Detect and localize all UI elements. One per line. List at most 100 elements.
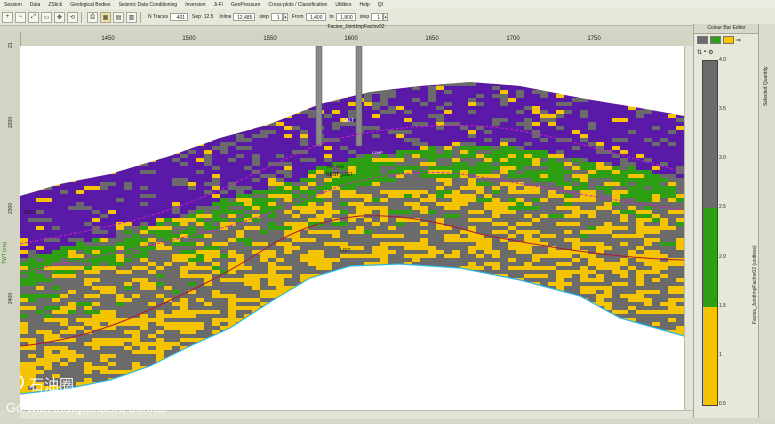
inline-step-input[interactable]: 1	[270, 13, 283, 21]
colour-bar	[702, 60, 718, 406]
facies-cell	[52, 286, 60, 290]
facies-cell	[396, 390, 404, 394]
facies-cell	[628, 282, 636, 286]
facies-cell	[180, 354, 188, 358]
menu-item-inversion[interactable]: Inversion	[181, 2, 209, 8]
facies-cell	[276, 298, 292, 302]
arrow-right-icon[interactable]: ⇒	[736, 37, 741, 44]
flip-icon[interactable]: ⇅	[697, 49, 702, 56]
menu-item-help[interactable]: Help	[355, 2, 373, 8]
facies-cell	[604, 318, 620, 322]
facies-cell	[548, 370, 556, 374]
facies-cell	[436, 382, 444, 386]
facies-cell	[644, 402, 652, 406]
facies-cell	[620, 246, 636, 250]
facies-cell	[124, 206, 132, 210]
inline-input[interactable]: 12,485	[233, 13, 256, 21]
facies-cell	[444, 198, 452, 202]
facies-cell	[284, 146, 292, 150]
facies-cell	[524, 322, 540, 326]
facies-cell	[236, 314, 244, 318]
palette-swatch-icon[interactable]	[697, 36, 708, 44]
facies-cell	[452, 82, 468, 86]
facies-cell	[212, 258, 220, 262]
grid-icon[interactable]: ▥	[126, 11, 137, 23]
facies-cell	[180, 366, 188, 370]
menu-item-cross-plots-classification[interactable]: Cross-plots / Classification	[264, 2, 331, 8]
facies-cell	[380, 238, 388, 242]
menu-item-geological-bodies[interactable]: Geological Bodies	[66, 2, 114, 8]
facies-cell	[44, 326, 52, 330]
inline-step-spinner-icon[interactable]: ▴	[282, 13, 288, 21]
facies-cell	[340, 354, 356, 358]
facies-cell	[500, 330, 508, 334]
zoom-box-icon[interactable]: ▭	[41, 11, 52, 23]
facies-cell	[452, 150, 460, 154]
trace-step-input[interactable]: 1	[371, 13, 384, 21]
traces-input[interactable]: 401	[170, 13, 189, 21]
menu-item-ji-fi[interactable]: Ji-Fi	[210, 2, 227, 8]
facies-cell	[364, 150, 372, 154]
facies-cell	[220, 322, 228, 326]
menu-item-qi[interactable]: QI	[374, 2, 387, 8]
facies-cell	[164, 178, 172, 182]
facies-cell	[420, 322, 436, 326]
to-input[interactable]: 1,800	[335, 13, 356, 21]
facies-cell	[556, 298, 564, 302]
facies-cell	[412, 90, 420, 94]
facies-cell	[644, 154, 652, 158]
facies-cell	[252, 142, 260, 146]
colour-bar-tick-label: 0.5	[719, 401, 726, 407]
menu-item-geopressure[interactable]: GeoPressure	[227, 2, 264, 8]
facies-cell	[348, 162, 356, 166]
settings-icon[interactable]: ⚙	[708, 49, 713, 56]
facies-cell	[628, 194, 636, 198]
facies-cell	[404, 238, 412, 242]
display-settings-icon[interactable]: ▦	[100, 11, 111, 23]
facies-cell	[596, 182, 604, 186]
facies-cell	[636, 286, 644, 290]
facies-cell	[612, 346, 628, 350]
facies-cell	[572, 370, 588, 374]
facies-cell	[412, 362, 428, 366]
pan-icon[interactable]: ✥	[54, 11, 65, 23]
lock-icon[interactable]: ▪	[704, 49, 706, 55]
menu-item-data[interactable]: Data	[26, 2, 45, 8]
facies-cell	[452, 298, 468, 302]
facies-cell	[604, 338, 612, 342]
facies-cell	[36, 306, 44, 310]
facies-cell	[332, 402, 340, 406]
facies-cell	[636, 194, 652, 198]
menu-item-seismic-data-conditioning[interactable]: Seismic Data Conditioning	[115, 2, 182, 8]
facies-cell	[228, 258, 236, 262]
from-input[interactable]: 1,400	[305, 13, 326, 21]
zoom-fit-icon[interactable]: ⤢	[28, 11, 39, 23]
zoom-out-icon[interactable]: −	[15, 11, 26, 23]
trace-step-spinner-icon[interactable]: ▴	[383, 13, 389, 21]
vertical-scrollbar[interactable]	[684, 46, 693, 410]
facies-cell	[76, 246, 92, 250]
facies-cell	[132, 298, 148, 302]
facies-cell	[508, 170, 516, 174]
palette-swatch-icon[interactable]	[710, 36, 721, 44]
facies-cell	[340, 234, 356, 238]
menu-item-session[interactable]: Session	[0, 2, 26, 8]
zoom-reset-icon[interactable]: ⟲	[67, 11, 78, 23]
menu-item-utilities[interactable]: Utilities	[331, 2, 355, 8]
palette-swatch-icon[interactable]	[723, 36, 734, 44]
menu-item-zstick[interactable]: ZStick	[44, 2, 66, 8]
facies-cell	[68, 310, 76, 314]
zoom-in-icon[interactable]: +	[2, 11, 13, 23]
facies-cell	[348, 370, 364, 374]
selected-quantity-tab[interactable]: Selected Quantity	[758, 24, 775, 418]
facies-cell	[532, 270, 548, 274]
facies-cell	[660, 394, 676, 398]
facies-cell	[52, 350, 60, 354]
facies-cell	[380, 182, 388, 186]
layers-icon[interactable]: ▤	[113, 11, 124, 23]
facies-cell	[660, 402, 676, 406]
facies-cell	[468, 326, 476, 330]
facies-cell	[356, 334, 364, 338]
print-icon[interactable]: ⎙	[87, 11, 98, 23]
facies-section-plot[interactable]: SALT REST_LIST TOP_RST L2WP LIST SELT	[20, 46, 692, 410]
